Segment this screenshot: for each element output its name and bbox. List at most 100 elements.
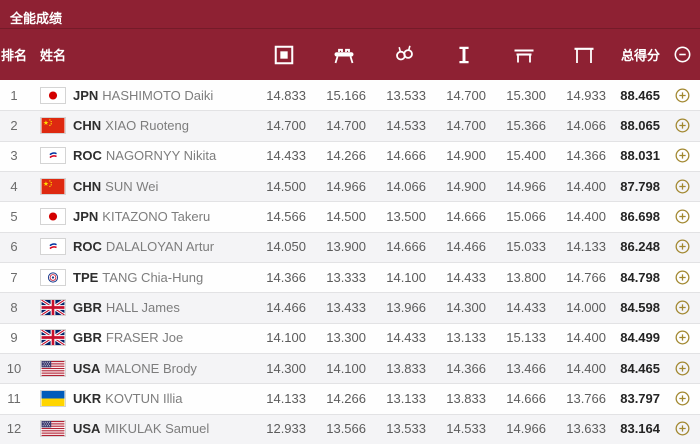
- score-value: 14.266: [314, 148, 374, 163]
- table-row[interactable]: 2CHNXIAO Ruoteng14.70014.70014.53314.700…: [0, 110, 700, 140]
- score-value: 14.133: [254, 391, 314, 406]
- score-value: 13.333: [314, 270, 374, 285]
- score-value: 13.133: [434, 330, 494, 345]
- rank-value: 1: [0, 88, 28, 103]
- table-row[interactable]: 7TPETANG Chia-Hung14.36613.33314.10014.4…: [0, 262, 700, 292]
- total-score: 88.465: [614, 88, 664, 103]
- score-value: 14.700: [314, 118, 374, 133]
- score-value: 14.300: [434, 300, 494, 315]
- expand-button[interactable]: [673, 146, 692, 165]
- table-row[interactable]: 12USAMIKULAK Samuel12.93313.56613.53314.…: [0, 414, 700, 444]
- athlete-name: KITAZONO Takeru: [102, 209, 210, 224]
- score-value: 14.433: [374, 330, 434, 345]
- rings-icon[interactable]: [374, 43, 434, 67]
- score-value: 13.433: [314, 300, 374, 315]
- expand-button[interactable]: [673, 268, 692, 287]
- chn-flag: [40, 178, 66, 195]
- action-cell: [664, 262, 700, 292]
- athlete-cell: CHNSUN Wei: [28, 178, 254, 195]
- expand-button[interactable]: [673, 328, 692, 347]
- total-score: 88.065: [614, 118, 664, 133]
- score-value: 14.466: [254, 300, 314, 315]
- country-code: USA: [73, 361, 100, 376]
- vault-icon[interactable]: [434, 44, 494, 66]
- expand-button[interactable]: [673, 116, 692, 135]
- score-value: 14.366: [254, 270, 314, 285]
- athlete-cell: JPNHASHIMOTO Daiki: [28, 87, 254, 104]
- score-value: 14.000: [554, 300, 614, 315]
- athlete-name: HASHIMOTO Daiki: [102, 88, 213, 103]
- rank-value: 12: [0, 421, 28, 436]
- roc-flag: [40, 238, 66, 255]
- expand-button[interactable]: [673, 389, 692, 408]
- rank-value: 11: [0, 391, 28, 406]
- score-value: 14.133: [554, 239, 614, 254]
- score-value: 13.900: [314, 239, 374, 254]
- score-value: 14.100: [314, 361, 374, 376]
- horizontal-bar-icon[interactable]: [554, 43, 614, 67]
- action-cell: [664, 323, 700, 353]
- usa-flag: [40, 360, 66, 377]
- athlete-cell: USAMIKULAK Samuel: [28, 420, 254, 437]
- total-score: 84.598: [614, 300, 664, 315]
- expand-button[interactable]: [673, 298, 692, 317]
- score-value: 14.466: [434, 239, 494, 254]
- pommel-horse-icon[interactable]: [314, 43, 374, 67]
- score-value: 13.133: [374, 391, 434, 406]
- score-value: 13.533: [374, 88, 434, 103]
- total-score: 83.797: [614, 391, 664, 406]
- score-value: 15.066: [494, 209, 554, 224]
- score-value: 14.933: [554, 88, 614, 103]
- country-code: ROC: [73, 148, 102, 163]
- table-row[interactable]: 4CHNSUN Wei14.50014.96614.06614.90014.96…: [0, 171, 700, 201]
- rank-value: 2: [0, 118, 28, 133]
- total-score: 87.798: [614, 179, 664, 194]
- expand-button[interactable]: [673, 86, 692, 105]
- jpn-flag: [40, 208, 66, 225]
- score-value: 14.666: [374, 148, 434, 163]
- rank-value: 3: [0, 148, 28, 163]
- score-value: 15.400: [494, 148, 554, 163]
- table-row[interactable]: 5JPNKITAZONO Takeru14.56614.50013.50014.…: [0, 201, 700, 231]
- chn-flag: [40, 117, 66, 134]
- score-value: 13.633: [554, 421, 614, 436]
- table-row[interactable]: 3ROCNAGORNYY Nikita14.43314.26614.66614.…: [0, 141, 700, 171]
- floor-icon[interactable]: [254, 44, 314, 66]
- action-cell: [664, 414, 700, 444]
- action-cell: [664, 201, 700, 231]
- country-code: CHN: [73, 118, 101, 133]
- country-code: CHN: [73, 179, 101, 194]
- score-value: 14.900: [434, 179, 494, 194]
- country-code: USA: [73, 421, 100, 436]
- score-value: 12.933: [254, 421, 314, 436]
- athlete-cell: ROCNAGORNYY Nikita: [28, 147, 254, 164]
- table-row[interactable]: 11UKRKOVTUN Illia14.13314.26613.13313.83…: [0, 383, 700, 413]
- athlete-name: XIAO Ruoteng: [105, 118, 189, 133]
- score-value: 13.300: [314, 330, 374, 345]
- table-row[interactable]: 6ROCDALALOYAN Artur14.05013.90014.66614.…: [0, 232, 700, 262]
- expand-button[interactable]: [673, 207, 692, 226]
- table-row[interactable]: 1JPNHASHIMOTO Daiki14.83315.16613.53314.…: [0, 80, 700, 110]
- athlete-name: MALONE Brody: [104, 361, 196, 376]
- expand-button[interactable]: [673, 419, 692, 438]
- action-cell: [664, 171, 700, 201]
- expand-button[interactable]: [673, 237, 692, 256]
- parallel-bars-icon[interactable]: [494, 43, 554, 67]
- athlete-cell: JPNKITAZONO Takeru: [28, 208, 254, 225]
- expand-button[interactable]: [673, 359, 692, 378]
- action-cell: [664, 383, 700, 413]
- expand-button[interactable]: [673, 177, 692, 196]
- table-row[interactable]: 10USAMALONE Brody14.30014.10013.83314.36…: [0, 353, 700, 383]
- action-cell: [664, 110, 700, 140]
- score-value: 13.533: [374, 421, 434, 436]
- score-value: 14.833: [254, 88, 314, 103]
- action-cell: [664, 141, 700, 171]
- country-code: ROC: [73, 239, 102, 254]
- usa-flag: [40, 420, 66, 437]
- athlete-name: FRASER Joe: [106, 330, 183, 345]
- score-value: 14.700: [434, 88, 494, 103]
- minus-circle-icon[interactable]: [672, 44, 693, 65]
- table-row[interactable]: 9GBRFRASER Joe14.10013.30014.43313.13315…: [0, 323, 700, 353]
- score-value: 15.033: [494, 239, 554, 254]
- table-row[interactable]: 8GBRHALL James14.46613.43313.96614.30014…: [0, 292, 700, 322]
